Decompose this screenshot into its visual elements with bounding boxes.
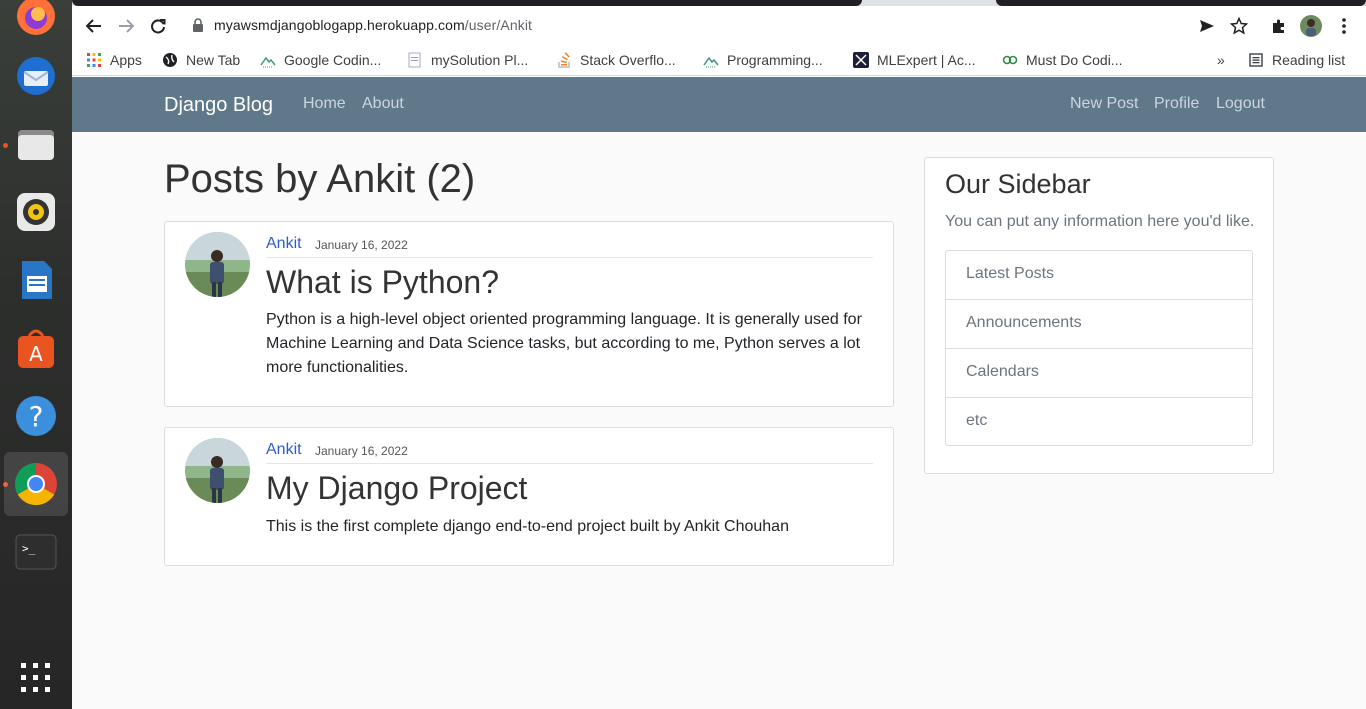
post-divider <box>266 463 873 464</box>
bookmark-apps[interactable]: Apps <box>86 50 142 70</box>
bookmark-new-tab[interactable]: New Tab <box>162 50 240 70</box>
files-icon[interactable] <box>12 120 60 168</box>
nav-home-link[interactable]: Home <box>303 95 346 113</box>
nav-profile-link[interactable]: Profile <box>1154 95 1199 113</box>
back-icon[interactable] <box>80 12 108 40</box>
bookmark-google-coding[interactable]: Google Codin... <box>260 50 381 70</box>
sidebar-item-latest-posts[interactable]: Latest Posts <box>946 251 1252 300</box>
sidebar-item-etc[interactable]: etc <box>946 398 1252 445</box>
post-divider <box>266 257 873 258</box>
post-date: January 16, 2022 <box>315 238 408 252</box>
mountain-icon <box>260 52 276 68</box>
reading-list-icon <box>1248 52 1264 68</box>
url-text: myawsmdjangoblogapp.herokuapp.com/user/A… <box>214 17 533 33</box>
forward-icon[interactable] <box>112 12 140 40</box>
menu-icon[interactable] <box>1330 12 1358 40</box>
post-author-link[interactable]: Ankit <box>266 441 302 459</box>
post-date: January 16, 2022 <box>315 444 408 458</box>
sidebar-text: You can put any information here you'd l… <box>945 213 1255 230</box>
nav-about-link[interactable]: About <box>362 95 404 113</box>
stack-overflow-icon <box>556 52 572 68</box>
terminal-icon[interactable]: >_ <box>12 528 60 576</box>
lock-icon <box>192 18 204 37</box>
post-card: Ankit January 16, 2022 What is Python? P… <box>164 221 894 407</box>
post-content: This is the first complete django end-to… <box>266 518 789 535</box>
author-avatar <box>185 232 250 297</box>
nav-logout-link[interactable]: Logout <box>1216 95 1265 113</box>
reading-list-button[interactable]: Reading list <box>1248 50 1345 70</box>
chrome-icon[interactable] <box>4 452 68 516</box>
ubuntu-dock: A ? >_ <box>0 0 72 709</box>
gfg-icon <box>1002 52 1018 68</box>
post-card: Ankit January 16, 2022 My Django Project… <box>164 427 894 566</box>
mountain-icon <box>703 52 719 68</box>
bookmark-programming[interactable]: Programming... <box>703 50 823 70</box>
web-page: Django Blog Home About New Post Profile … <box>72 77 1366 709</box>
bookmark-stack-overflow[interactable]: Stack Overflo... <box>556 50 676 70</box>
bookmarks-overflow-button[interactable]: » <box>1217 50 1225 70</box>
browser-toolbar: myawsmdjangoblogapp.herokuapp.com/user/A… <box>72 6 1366 44</box>
reload-icon[interactable] <box>144 12 172 40</box>
sidebar: Our Sidebar You can put any information … <box>924 157 1274 474</box>
document-icon <box>407 52 423 68</box>
thunderbird-icon[interactable] <box>12 52 60 100</box>
rhythmbox-icon[interactable] <box>12 188 60 236</box>
profile-avatar[interactable] <box>1297 12 1325 40</box>
svg-text:?: ? <box>29 400 44 433</box>
post-title-link[interactable]: My Django Project <box>266 470 527 507</box>
svg-text:>_: >_ <box>22 542 36 555</box>
show-apps-icon[interactable] <box>12 654 60 702</box>
send-icon[interactable] <box>1193 12 1221 40</box>
bookmark-mlexpert[interactable]: MLExpert | Ac... <box>853 50 976 70</box>
bookmark-must-do-coding[interactable]: Must Do Codi... <box>1002 50 1122 70</box>
sidebar-item-announcements[interactable]: Announcements <box>946 300 1252 349</box>
star-icon[interactable] <box>1225 12 1253 40</box>
firefox-icon[interactable] <box>12 0 60 40</box>
bookmark-mysolution[interactable]: mySolution Pl... <box>407 50 528 70</box>
mlexpert-icon <box>853 52 869 68</box>
apps-grid-icon <box>86 52 102 68</box>
post-author-link[interactable]: Ankit <box>266 235 302 253</box>
sidebar-title: Our Sidebar <box>945 169 1091 199</box>
sidebar-list: Latest Posts Announcements Calendars etc <box>945 250 1253 446</box>
post-title-link[interactable]: What is Python? <box>266 264 499 301</box>
globe-icon <box>162 52 178 68</box>
post-content: Python is a high-level object oriented p… <box>266 311 862 376</box>
svg-text:A: A <box>29 342 43 366</box>
site-navbar: Django Blog Home About New Post Profile … <box>72 77 1366 132</box>
sidebar-item-calendars[interactable]: Calendars <box>946 349 1252 398</box>
software-icon[interactable]: A <box>12 324 60 372</box>
address-bar[interactable]: myawsmdjangoblogapp.herokuapp.com/user/A… <box>182 9 1257 41</box>
page-title: Posts by Ankit (2) <box>164 157 476 201</box>
writer-icon[interactable] <box>12 256 60 304</box>
nav-new-post-link[interactable]: New Post <box>1070 95 1138 113</box>
bookmarks-bar: Apps New Tab Google Codin... mySolution … <box>72 44 1366 76</box>
brand-link[interactable]: Django Blog <box>164 94 273 117</box>
extensions-icon[interactable] <box>1265 12 1293 40</box>
help-icon[interactable]: ? <box>12 392 60 440</box>
author-avatar <box>185 438 250 503</box>
